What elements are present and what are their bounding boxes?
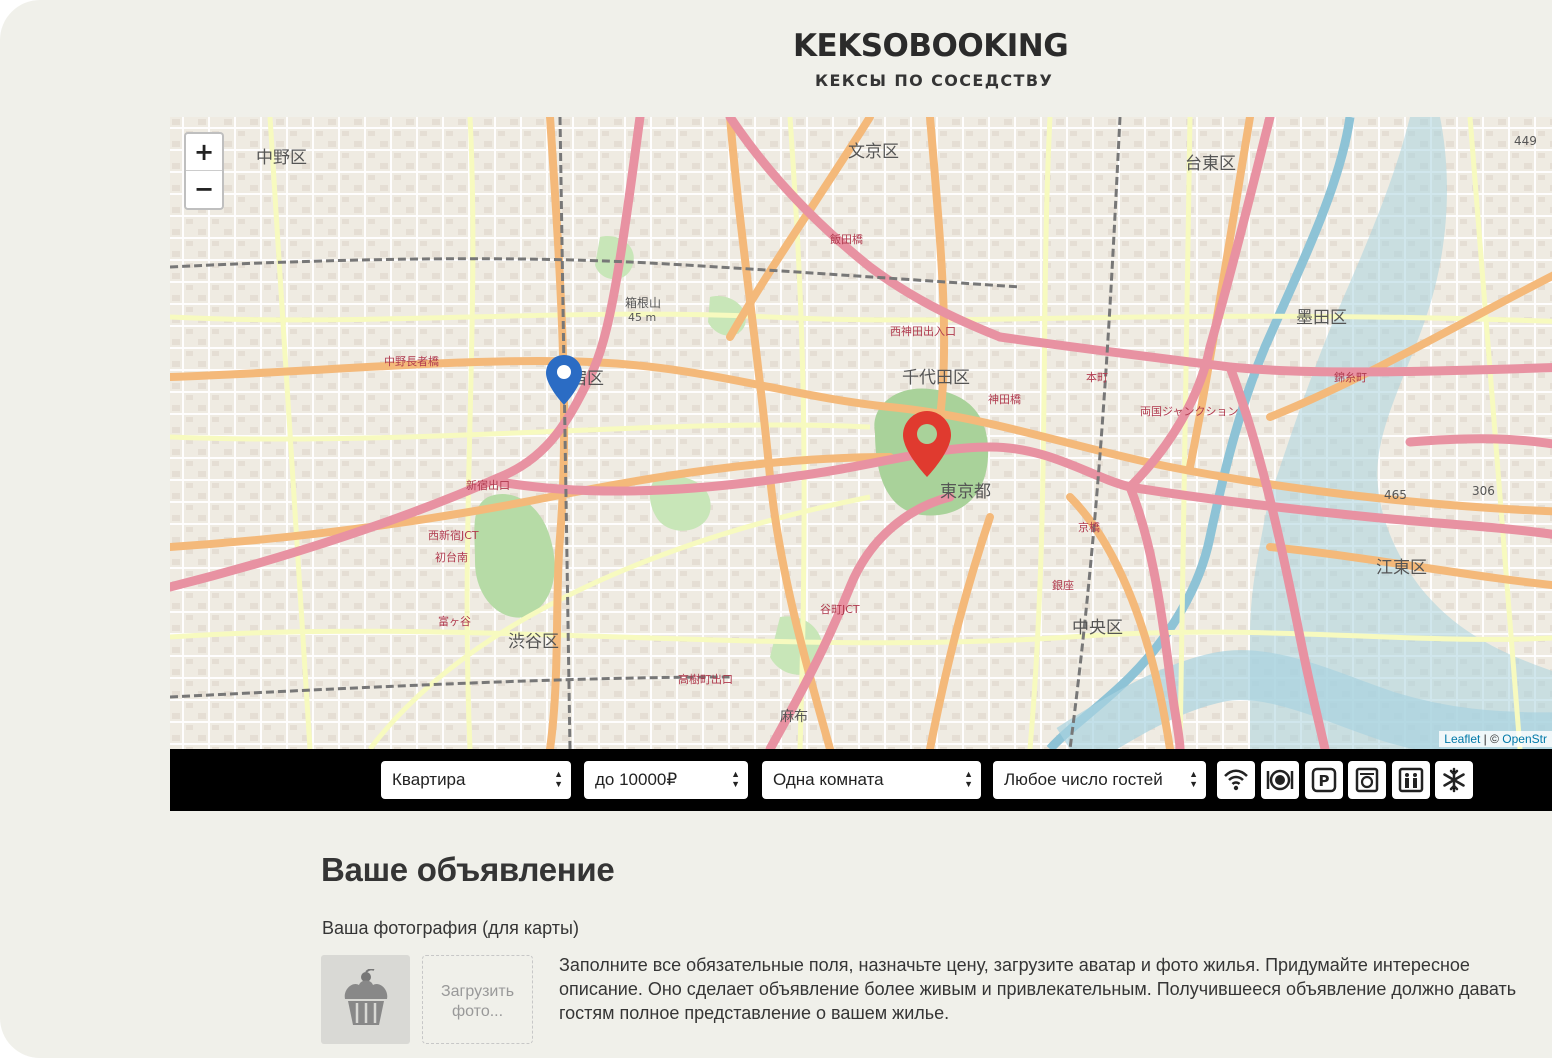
map-label: 306 — [1472, 484, 1495, 498]
blue-pin[interactable] — [545, 354, 583, 406]
map-label: 千代田区 — [902, 368, 970, 388]
feature-parking[interactable]: P — [1305, 761, 1343, 799]
guests-select[interactable]: Любое число гостей ▲ ▼ — [993, 761, 1206, 799]
map-label: 飯田橋 — [830, 232, 863, 246]
map-label: 墨田区 — [1296, 308, 1347, 328]
map-label: 高樹町出口 — [678, 672, 733, 686]
map-label: 谷町JCT — [820, 603, 860, 616]
map-attribution: Leaflet | © OpenStr — [1439, 731, 1552, 747]
map-label: 中野区 — [256, 148, 307, 168]
logo[interactable]: KEKSOBOOKING — [793, 28, 1069, 64]
zoom-out-button[interactable]: − — [186, 171, 222, 208]
map-label: 449 — [1514, 134, 1537, 148]
map-label: 西神田出入口 — [890, 324, 956, 338]
map-label: 45 m — [628, 311, 656, 324]
select-arrows-icon: ▲ ▼ — [1189, 769, 1198, 789]
map-label: 初台南 — [435, 550, 468, 564]
map-label: 中央区 — [1072, 618, 1123, 638]
housing-type-value: Квартира — [392, 770, 466, 789]
map-label: 新宿出口 — [466, 478, 510, 492]
washer-icon — [1355, 767, 1379, 793]
select-arrows-icon: ▲ ▼ — [554, 769, 563, 789]
upload-text-line1: Загрузить — [440, 983, 515, 1000]
map-label: 中野長者橋 — [384, 354, 439, 368]
zoom-control: + − — [184, 132, 224, 210]
tagline: КЕКСЫ ПО СОСЕДСТВУ — [815, 71, 1054, 90]
map-tiles: 中野区 文京区 台東区 墨田区 千代田区 東京都 渋谷区 中央区 江東区 宿区 … — [170, 117, 1552, 749]
red-pin[interactable] — [902, 410, 952, 478]
attribution-separator: | © — [1480, 732, 1503, 746]
form-title: Ваше объявление — [321, 851, 615, 888]
map-label: 錦糸町 — [1334, 370, 1367, 384]
parking-icon: P — [1311, 767, 1337, 793]
map-label: 465 — [1384, 488, 1407, 502]
page-background: KEKSOBOOKING КЕКСЫ ПО СОСЕДСТВУ 中野区 文京区 … — [0, 0, 1552, 1058]
map-label: 渋谷区 — [508, 632, 559, 652]
form-hint: Заполните все обязательные поля, назначь… — [559, 955, 1517, 1023]
leaflet-link[interactable]: Leaflet — [1444, 732, 1480, 746]
guests-value: Любое число гостей — [1004, 770, 1163, 789]
map-label: 台東区 — [1185, 154, 1236, 174]
map-label: 神田橋 — [988, 392, 1021, 406]
feature-washer[interactable] — [1348, 761, 1386, 799]
muffin-icon — [344, 969, 388, 1025]
map-filters: Квартира ▲ ▼ до 10000₽ ▲ ▼ Одна комната ▲ ▼… — [170, 749, 1552, 811]
map-label: 富ヶ谷 — [438, 614, 471, 628]
osm-link[interactable]: OpenStr — [1502, 732, 1547, 746]
rooms-select[interactable]: Одна комната ▲ ▼ — [762, 761, 981, 799]
map-label: 文京区 — [848, 142, 899, 162]
map-label: 麻布 — [780, 709, 808, 725]
housing-type-select[interactable]: Квартира ▲ ▼ — [381, 761, 571, 799]
map-label: 東京都 — [940, 482, 991, 502]
avatar-label: Ваша фотография (для карты) — [322, 918, 579, 938]
feature-wifi[interactable] — [1217, 761, 1255, 799]
plate-icon — [1266, 769, 1294, 791]
photo-upload-zone[interactable]: Загрузить фото... — [422, 955, 533, 1044]
map-label: 箱根山 — [625, 295, 661, 310]
elevator-icon — [1398, 767, 1424, 793]
feature-conditioner[interactable] — [1435, 761, 1473, 799]
map-label: 本町 — [1086, 370, 1108, 384]
snowflake-icon — [1443, 767, 1465, 793]
map-label: 両国ジャンクション — [1140, 405, 1238, 418]
svg-text:P: P — [1319, 772, 1330, 790]
feature-dishwasher[interactable] — [1261, 761, 1299, 799]
map-label: 京橋 — [1078, 520, 1100, 534]
select-arrows-icon: ▲ ▼ — [964, 769, 973, 789]
price-value: до 10000₽ — [595, 770, 678, 789]
rooms-value: Одна комната — [773, 770, 884, 789]
map-label: 西新宿JCT — [428, 528, 479, 542]
map-label: 江東区 — [1376, 558, 1427, 578]
upload-text-line2: фото... — [451, 1003, 504, 1020]
price-select[interactable]: до 10000₽ ▲ ▼ — [584, 761, 748, 799]
select-arrows-icon: ▲ ▼ — [731, 769, 740, 789]
map[interactable]: 中野区 文京区 台東区 墨田区 千代田区 東京都 渋谷区 中央区 江東区 宿区 … — [170, 117, 1552, 749]
feature-elevator[interactable] — [1392, 761, 1430, 799]
map-label: 銀座 — [1052, 578, 1074, 592]
avatar-preview — [321, 955, 410, 1044]
zoom-in-button[interactable]: + — [186, 134, 222, 171]
wifi-icon — [1224, 769, 1248, 791]
